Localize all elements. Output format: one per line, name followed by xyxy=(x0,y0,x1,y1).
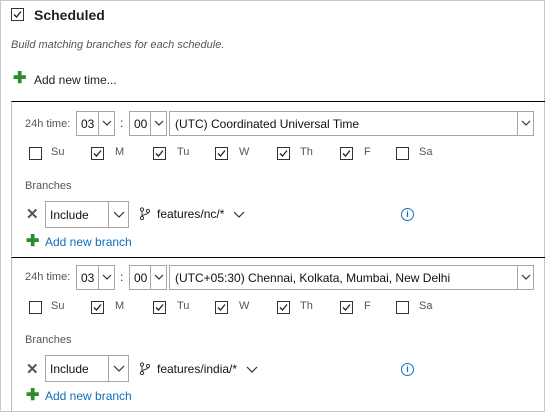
day-checkbox-su[interactable] xyxy=(29,301,42,314)
add-new-branch-label: Add new branch xyxy=(45,235,132,249)
time-separator: : xyxy=(120,270,124,284)
timezone-select[interactable]: (UTC+05:30) Chennai, Kolkata, Mumbai, Ne… xyxy=(169,265,534,290)
add-new-time-button[interactable]: ✚ Add new time... xyxy=(13,71,133,89)
git-branch-icon xyxy=(139,362,150,375)
chevron-down-icon xyxy=(108,202,128,227)
plus-icon: ✚ xyxy=(26,387,40,404)
day-label: Tu xyxy=(177,300,190,312)
add-new-time-label: Add new time... xyxy=(34,73,117,87)
minute-value: 00 xyxy=(134,271,148,285)
day-label: Su xyxy=(51,146,65,158)
minute-select[interactable]: 00 xyxy=(129,111,167,136)
add-new-branch-button[interactable]: ✚ Add new branch xyxy=(26,233,146,251)
day-label: Tu xyxy=(177,146,190,158)
hour-value: 03 xyxy=(81,271,95,285)
info-icon[interactable]: i xyxy=(401,208,414,221)
scheduled-checkbox[interactable] xyxy=(11,8,24,21)
day-checkbox-m[interactable] xyxy=(91,147,104,160)
time-label: 24h time: xyxy=(25,271,71,283)
timezone-value: (UTC) Coordinated Universal Time xyxy=(175,117,360,131)
scheduled-title: Scheduled xyxy=(34,7,105,23)
branch-value: features/india/* xyxy=(157,362,238,376)
day-checkbox-tu[interactable] xyxy=(153,301,166,314)
time-separator: : xyxy=(120,116,124,130)
filter-type-value: Include xyxy=(50,208,89,222)
filter-type-value: Include xyxy=(50,362,89,376)
minute-value: 00 xyxy=(134,117,148,131)
branch-picker[interactable]: features/india/* xyxy=(139,362,264,378)
day-label: Th xyxy=(300,146,313,158)
branches-label: Branches xyxy=(25,334,72,346)
git-branch-icon xyxy=(139,207,150,220)
scheduled-trigger-panel: Scheduled Build matching branches for ea… xyxy=(0,0,545,412)
schedule-description: Build matching branches for each schedul… xyxy=(11,39,225,51)
chevron-down-icon xyxy=(233,211,245,218)
day-label: Th xyxy=(300,300,313,312)
time-label: 24h time: xyxy=(25,118,71,130)
day-label: M xyxy=(115,146,125,158)
timezone-value: (UTC+05:30) Chennai, Kolkata, Mumbai, Ne… xyxy=(175,271,451,285)
timezone-select[interactable]: (UTC) Coordinated Universal Time xyxy=(169,111,534,136)
checkmark-icon xyxy=(13,11,22,18)
day-label: W xyxy=(239,300,250,312)
day-label: Sa xyxy=(419,146,433,158)
chevron-down-icon xyxy=(108,356,128,381)
filter-type-select[interactable]: Include xyxy=(45,355,129,382)
day-label: W xyxy=(239,146,250,158)
day-checkbox-tu[interactable] xyxy=(153,147,166,160)
minute-select[interactable]: 00 xyxy=(129,265,167,290)
day-label: Sa xyxy=(419,300,433,312)
chevron-down-icon xyxy=(150,266,166,289)
day-checkbox-su[interactable] xyxy=(29,147,42,160)
info-icon[interactable]: i xyxy=(401,363,414,376)
day-checkbox-f[interactable] xyxy=(340,301,353,314)
close-icon[interactable]: ✕ xyxy=(26,360,39,378)
hour-select[interactable]: 03 xyxy=(76,111,115,136)
add-new-branch-label: Add new branch xyxy=(45,389,132,403)
hour-value: 03 xyxy=(81,117,95,131)
day-checkbox-f[interactable] xyxy=(340,147,353,160)
day-checkbox-w[interactable] xyxy=(215,147,228,160)
day-label: M xyxy=(115,300,125,312)
day-label: F xyxy=(364,300,371,312)
chevron-down-icon xyxy=(517,112,533,135)
add-new-branch-button[interactable]: ✚ Add new branch xyxy=(26,387,146,405)
branch-picker[interactable]: features/nc/* xyxy=(139,207,249,223)
chevron-down-icon xyxy=(246,366,258,373)
filter-type-select[interactable]: Include xyxy=(45,201,129,228)
day-checkbox-sa[interactable] xyxy=(396,301,409,314)
plus-icon: ✚ xyxy=(26,233,40,250)
day-label: F xyxy=(364,146,371,158)
branches-label: Branches xyxy=(25,180,72,192)
day-checkbox-w[interactable] xyxy=(215,301,228,314)
branch-value: features/nc/* xyxy=(157,207,225,221)
chevron-down-icon xyxy=(98,112,114,135)
close-icon[interactable]: ✕ xyxy=(26,205,39,223)
plus-icon: ✚ xyxy=(13,70,27,87)
chevron-down-icon xyxy=(517,266,533,289)
day-checkbox-sa[interactable] xyxy=(396,147,409,160)
chevron-down-icon xyxy=(150,112,166,135)
chevron-down-icon xyxy=(98,266,114,289)
day-checkbox-th[interactable] xyxy=(277,147,290,160)
day-label: Su xyxy=(51,300,65,312)
day-checkbox-th[interactable] xyxy=(277,301,290,314)
hour-select[interactable]: 03 xyxy=(76,265,115,290)
day-checkbox-m[interactable] xyxy=(91,301,104,314)
